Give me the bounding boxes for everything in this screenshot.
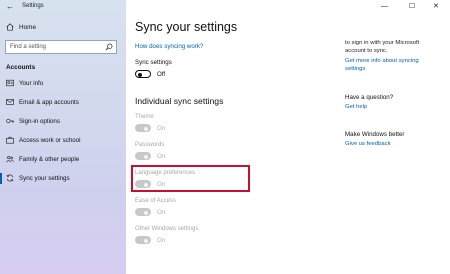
page-title: Sync your settings (135, 20, 238, 34)
sidebar-item-access-work[interactable]: Access work or school (0, 133, 126, 149)
language-preferences-state: On (157, 181, 166, 188)
section-label-accounts: Accounts (6, 64, 36, 71)
how-syncing-works-link[interactable]: How does syncing work? (135, 43, 203, 50)
language-preferences-toggle[interactable] (135, 180, 151, 188)
sidebar-item-email-accounts[interactable]: Email & app accounts (0, 95, 126, 111)
question-heading: Have a question? (345, 94, 394, 101)
sync-settings-state: Off (157, 71, 166, 78)
sidebar-item-label: Family & other people (19, 156, 80, 163)
sync-settings-toggle[interactable] (135, 70, 151, 78)
ease-of-access-label: Ease of Access (135, 198, 177, 204)
toggle-knob (144, 126, 148, 131)
individual-sync-heading: Individual sync settings (135, 96, 224, 106)
feedback-heading: Make Windows better (345, 131, 405, 138)
sidebar-item-sync-settings[interactable]: Sync your settings (0, 171, 126, 187)
passwords-label: Passwords (135, 142, 165, 148)
mail-icon (6, 99, 14, 105)
toggle-knob (144, 210, 148, 215)
search-input[interactable]: Find a setting (5, 40, 117, 54)
search-placeholder: Find a setting (10, 44, 47, 50)
toggle-knob (144, 238, 148, 243)
other-windows-settings-state: On (157, 237, 166, 244)
sidebar-item-label: Sync your settings (19, 175, 70, 182)
theme-state: On (157, 125, 166, 132)
close-icon[interactable]: ✕ (433, 2, 439, 11)
sidebar-item-label: Email & app accounts (19, 99, 79, 106)
title-bar: ← Settings (0, 0, 126, 14)
sidebar-item-family[interactable]: Family & other people (0, 152, 126, 168)
passwords-state: On (157, 153, 166, 160)
people-icon (6, 155, 14, 163)
theme-label: Theme (135, 114, 154, 120)
sync-icon (6, 174, 14, 182)
minimize-icon[interactable]: — (381, 2, 388, 11)
sidebar: ← Settings Home Find a setting Accounts … (0, 0, 126, 274)
active-indicator (0, 173, 2, 184)
get-help-link[interactable]: Get help (345, 104, 367, 112)
passwords-toggle[interactable] (135, 152, 151, 160)
toggle-knob (144, 154, 148, 159)
search-icon[interactable] (105, 43, 113, 51)
sidebar-item-your-info[interactable]: Your info (0, 76, 126, 92)
briefcase-icon (6, 136, 14, 144)
more-info-link-continued[interactable]: settings (345, 66, 365, 74)
sidebar-item-label: Your info (19, 80, 44, 87)
person-card-icon (6, 79, 14, 87)
back-arrow-icon[interactable]: ← (6, 2, 14, 11)
other-windows-settings-label: Other Windows settings (135, 226, 199, 232)
maximize-icon[interactable]: ☐ (409, 2, 415, 11)
give-feedback-link[interactable]: Give us feedback (345, 141, 391, 149)
theme-toggle[interactable] (135, 124, 151, 132)
window-controls: — ☐ ✕ (370, 0, 450, 14)
toggle-knob (144, 182, 148, 187)
toggle-knob (138, 72, 142, 77)
sidebar-item-label: Sign-in options (19, 118, 60, 125)
more-info-link[interactable]: Get more info about syncing (345, 58, 419, 66)
sidebar-item-sign-in-options[interactable]: Sign-in options (0, 114, 126, 130)
ease-of-access-state: On (157, 209, 166, 216)
other-windows-settings-toggle[interactable] (135, 236, 151, 244)
app-title: Settings (22, 3, 44, 9)
info-text-line2: account to sync. (345, 48, 388, 54)
info-text-line1: to sign in with your Microsoft (345, 40, 420, 46)
home-nav-item[interactable]: Home (0, 21, 126, 35)
sync-settings-label: Sync settings (135, 59, 172, 66)
home-label: Home (19, 24, 37, 31)
language-preferences-label: Language preferences (135, 170, 196, 176)
key-icon (6, 118, 14, 124)
sidebar-item-label: Access work or school (19, 137, 81, 144)
home-icon (6, 23, 14, 31)
ease-of-access-toggle[interactable] (135, 208, 151, 216)
